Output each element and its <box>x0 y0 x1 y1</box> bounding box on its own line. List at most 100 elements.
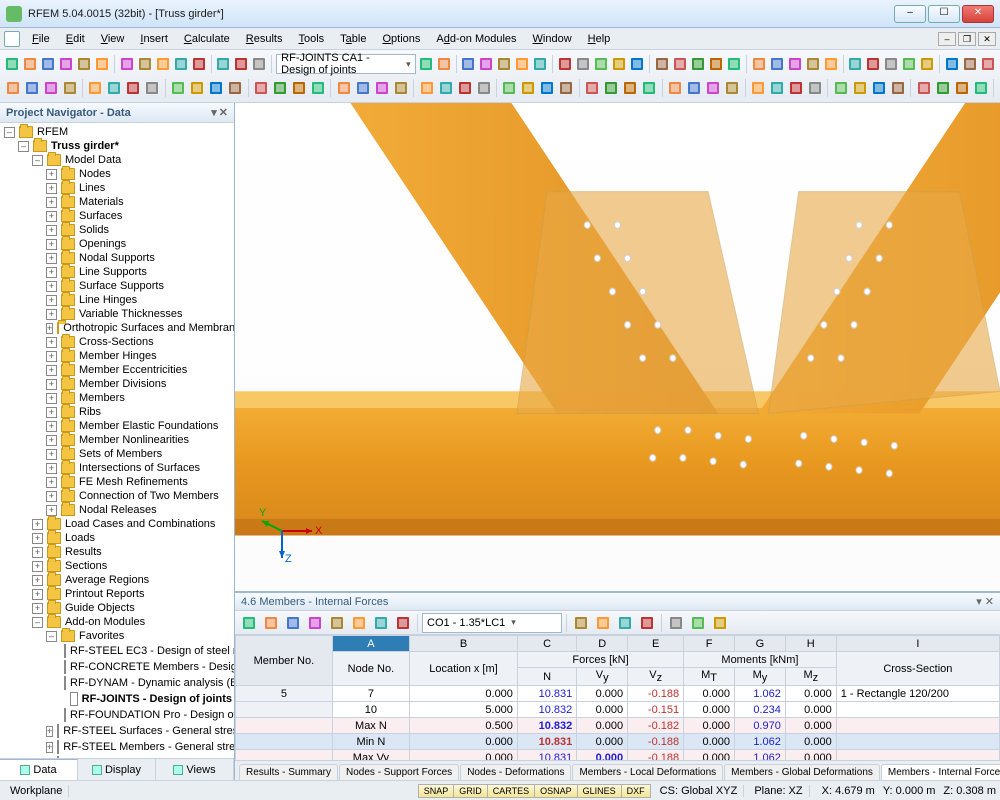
tree-item[interactable]: +Sections <box>2 559 234 573</box>
mdi-restore[interactable]: ❐ <box>958 32 976 46</box>
tree-item[interactable]: +Member Divisions <box>2 377 234 391</box>
mdi-close[interactable]: ✕ <box>978 32 996 46</box>
toolbar-button[interactable] <box>593 613 613 633</box>
menu-addon[interactable]: Add-on Modules <box>428 30 524 48</box>
status-toggle-glines[interactable]: GLINES <box>577 784 622 798</box>
toolbar-button[interactable] <box>611 54 627 74</box>
tree-item[interactable]: +Load Cases and Combinations <box>2 517 234 531</box>
panel-pin-icon[interactable]: ▾ <box>211 106 217 119</box>
toolbar-button[interactable] <box>724 78 741 98</box>
tree-item[interactable]: +Nodal Supports <box>2 251 234 265</box>
maximize-button[interactable]: ☐ <box>928 5 960 23</box>
toolbar-button[interactable] <box>934 78 951 98</box>
toolbar-button[interactable] <box>654 54 670 74</box>
toolbar-button[interactable] <box>173 54 189 74</box>
toolbar-button[interactable] <box>460 54 476 74</box>
menu-view[interactable]: View <box>93 30 133 48</box>
menu-help[interactable]: Help <box>580 30 619 48</box>
toolbar-button[interactable] <box>335 78 352 98</box>
toolbar-button[interactable] <box>189 78 206 98</box>
toolbar-button[interactable] <box>919 54 935 74</box>
tree-item[interactable]: +Member Eccentricities <box>2 363 234 377</box>
tree-item[interactable]: +Intersections of Surfaces <box>2 461 234 475</box>
toolbar-button[interactable] <box>686 78 703 98</box>
tree-item[interactable]: +Member Nonlinearities <box>2 433 234 447</box>
menu-window[interactable]: Window <box>525 30 580 48</box>
toolbar-button[interactable] <box>688 613 708 633</box>
menu-edit[interactable]: Edit <box>58 30 93 48</box>
tree-item[interactable]: +FE Mesh Refinements <box>2 475 234 489</box>
menu-table[interactable]: Table <box>332 30 374 48</box>
menu-file[interactable]: File <box>24 30 58 48</box>
toolbar-button[interactable] <box>593 54 609 74</box>
tree-item[interactable]: +RF-STEEL Surfaces - General stress ana <box>2 723 234 739</box>
toolbar-button[interactable] <box>832 78 849 98</box>
toolbar-button[interactable] <box>418 54 434 74</box>
toolbar-button[interactable] <box>137 54 153 74</box>
tree-item[interactable]: +Member Hinges <box>2 349 234 363</box>
tree-item[interactable]: +Loads <box>2 531 234 545</box>
toolbar-button[interactable] <box>667 78 684 98</box>
toolbar-button[interactable] <box>889 78 906 98</box>
tree-item[interactable]: +Line Hinges <box>2 293 234 307</box>
tree-item[interactable]: +Guide Objects <box>2 601 234 615</box>
tree-item[interactable]: +Materials <box>2 195 234 209</box>
toolbar-button[interactable] <box>144 78 161 98</box>
toolbar-button[interactable] <box>354 78 371 98</box>
toolbar-button[interactable] <box>496 54 512 74</box>
toolbar-button[interactable] <box>251 54 267 74</box>
toolbar-button[interactable] <box>58 54 74 74</box>
toolbar-button[interactable] <box>4 54 20 74</box>
result-tab[interactable]: Results - Summary <box>239 764 338 780</box>
tree-item[interactable]: +Sets of Members <box>2 447 234 461</box>
toolbar-button[interactable] <box>393 613 413 633</box>
toolbar-button[interactable] <box>290 78 307 98</box>
menu-calculate[interactable]: Calculate <box>176 30 238 48</box>
menu-options[interactable]: Options <box>374 30 428 48</box>
toolbar-button[interactable] <box>215 54 231 74</box>
toolbar-button[interactable] <box>557 54 573 74</box>
toolbar-button[interactable] <box>227 78 244 98</box>
toolbar-button[interactable] <box>40 54 56 74</box>
toolbar-button[interactable] <box>261 613 281 633</box>
toolbar-button[interactable] <box>769 54 785 74</box>
toolbar-button[interactable] <box>558 78 575 98</box>
status-toggle-snap[interactable]: SNAP <box>418 784 455 798</box>
result-tab[interactable]: Members - Internal Forces <box>881 764 1000 780</box>
toolbar-button[interactable] <box>475 78 492 98</box>
result-tab[interactable]: Members - Global Deformations <box>724 764 880 780</box>
toolbar-button[interactable] <box>615 613 635 633</box>
toolbar-button[interactable] <box>953 78 970 98</box>
toolbar-button[interactable] <box>22 54 38 74</box>
toolbar-button[interactable] <box>787 54 803 74</box>
tree-item[interactable]: +Members <box>2 391 234 405</box>
tree-item[interactable]: +Average Regions <box>2 573 234 587</box>
table-loadcase-combo[interactable]: CO1 - 1.35*LC1 <box>422 613 562 633</box>
menu-insert[interactable]: Insert <box>132 30 176 48</box>
menu-tools[interactable]: Tools <box>290 30 332 48</box>
toolbar-button[interactable] <box>191 54 207 74</box>
tree-item[interactable]: +Cross-Sections <box>2 335 234 349</box>
toolbar-button[interactable] <box>666 613 686 633</box>
toolbar-button[interactable] <box>371 613 391 633</box>
toolbar-button[interactable] <box>751 54 767 74</box>
menu-results[interactable]: Results <box>238 30 291 48</box>
toolbar-button[interactable] <box>42 78 59 98</box>
toolbar-button[interactable] <box>962 54 978 74</box>
tree-item[interactable]: +Results <box>2 545 234 559</box>
toolbar-button[interactable] <box>672 54 688 74</box>
loadcase-combo[interactable]: RF-JOINTS CA1 - Design of joints <box>276 54 416 74</box>
toolbar-button[interactable] <box>768 78 785 98</box>
toolbar-button[interactable] <box>710 613 730 633</box>
toolbar-button[interactable] <box>690 54 706 74</box>
toolbar-button[interactable] <box>870 78 887 98</box>
toolbar-button[interactable] <box>622 78 639 98</box>
status-toggle-grid[interactable]: GRID <box>453 784 488 798</box>
tree-item[interactable]: +Surface Supports <box>2 279 234 293</box>
tree-item[interactable]: +Ribs <box>2 405 234 419</box>
toolbar-button[interactable] <box>94 54 110 74</box>
toolbar-button[interactable] <box>629 54 645 74</box>
tree-item[interactable]: +Openings <box>2 237 234 251</box>
tree-item[interactable]: +Surfaces <box>2 209 234 223</box>
toolbar-button[interactable] <box>806 78 823 98</box>
